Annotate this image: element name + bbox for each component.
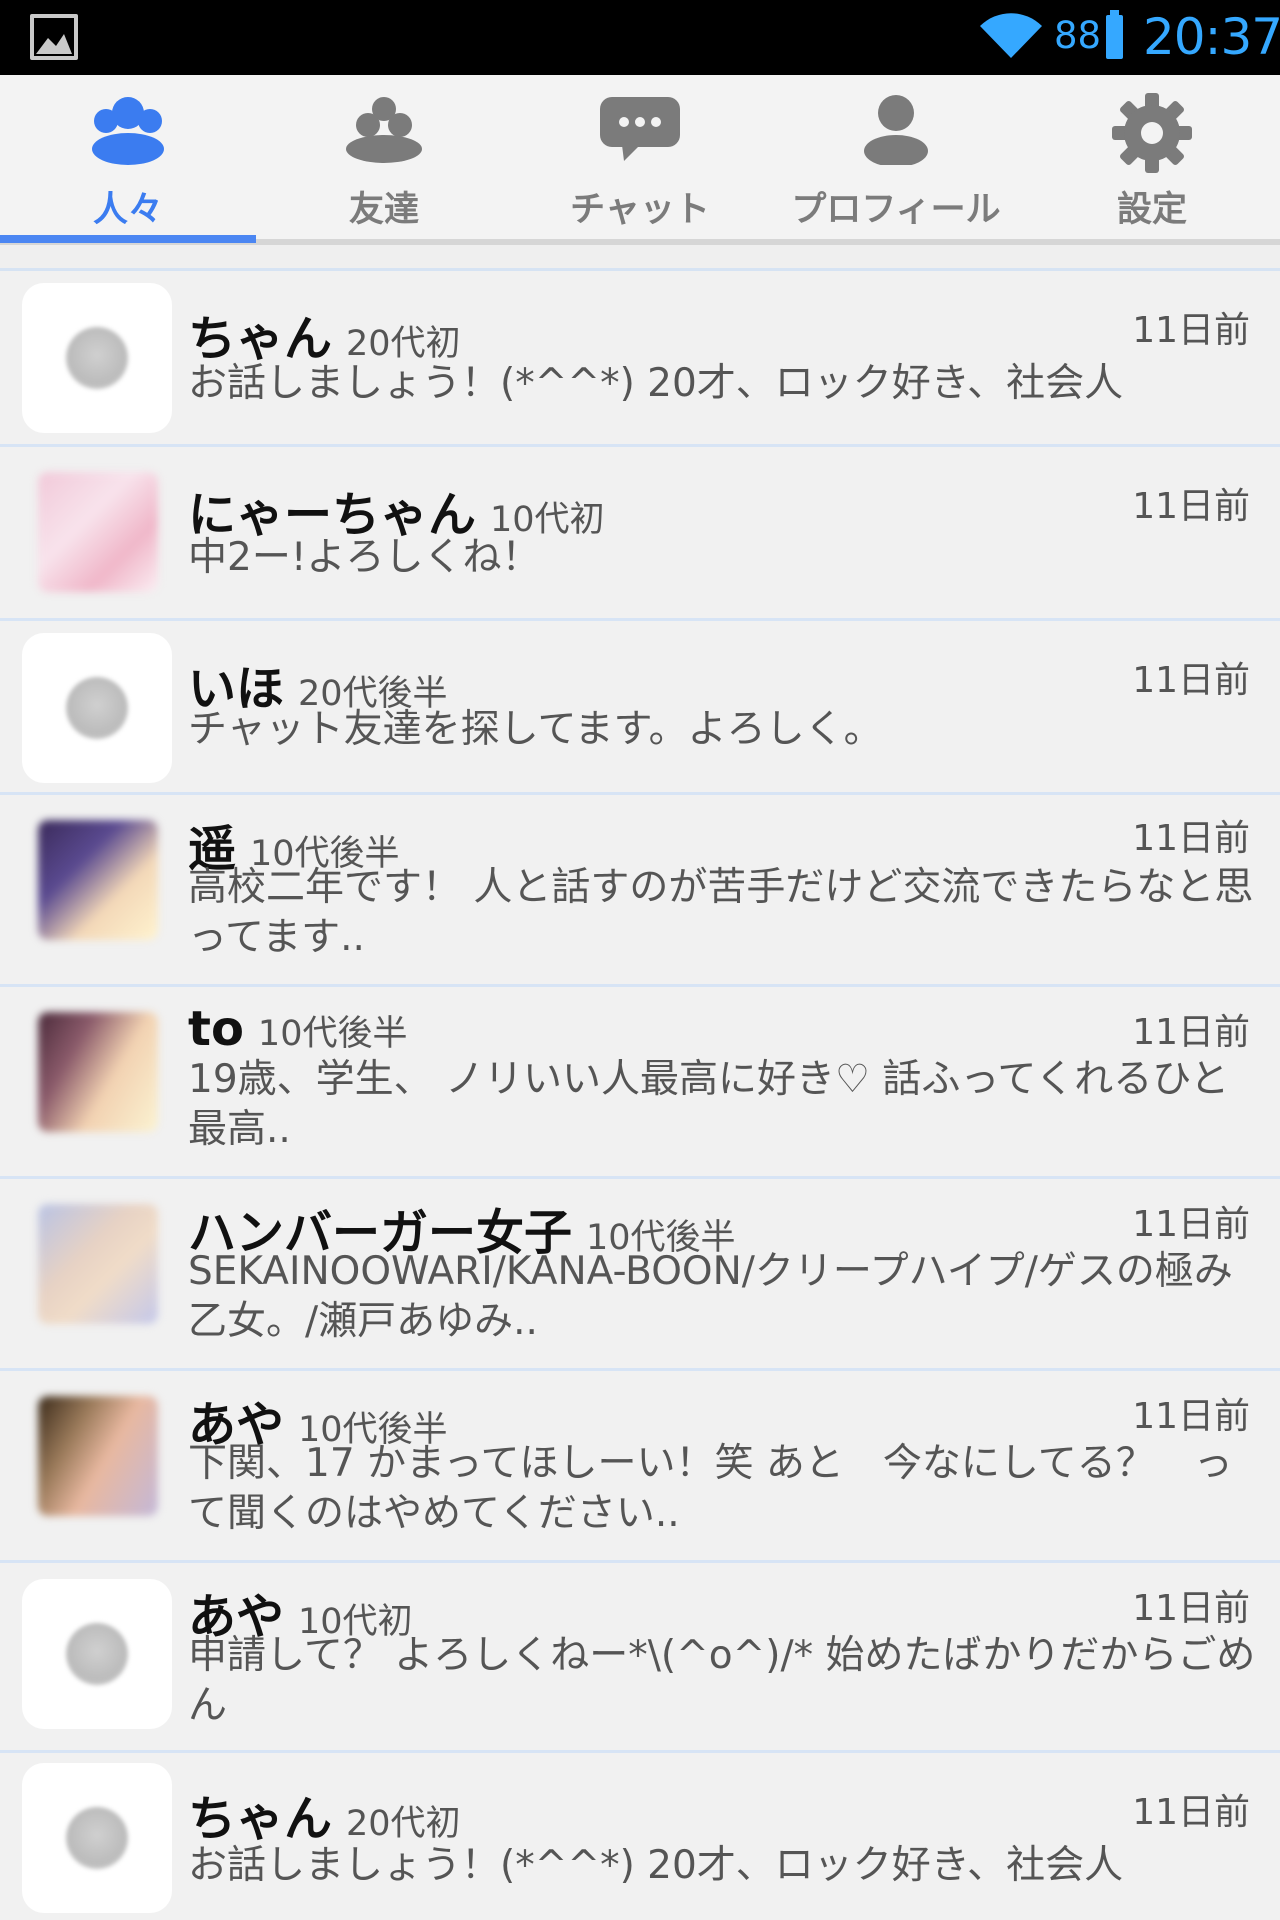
list-item[interactable]: ちゃん 20代初 11日前 お話しましょう！(*^^*) 20才、ロック好き、社会… xyxy=(0,1753,1280,1920)
tab-bar: 人々 友達 チャット プロフィール 設定 xyxy=(0,75,1280,245)
list-item[interactable]: あや 10代初 11日前 申請して？ よろしくねー*\(^o^)/* 始めたばかり… xyxy=(0,1563,1280,1753)
user-message: お話しましょう！(*^^*) 20才、ロック好き、社会人 xyxy=(188,361,1124,406)
battery-icon xyxy=(1106,10,1123,59)
gear-icon xyxy=(1112,93,1192,173)
timestamp: 11日前 xyxy=(1132,310,1250,351)
age-range: 10代後半 xyxy=(257,1014,408,1054)
list-item[interactable]: ハンバーガー女子 10代後半 11日前 SEKAINOOWARI/KANA-BOO… xyxy=(0,1179,1280,1371)
avatar[interactable] xyxy=(38,472,158,592)
user-message: 中2ー!よろしくね！ xyxy=(188,535,541,580)
chat-icon xyxy=(600,97,680,161)
timestamp: 11日前 xyxy=(1132,1792,1250,1833)
age-range: 20代初 xyxy=(346,1804,461,1844)
timestamp: 11日前 xyxy=(1132,486,1250,527)
user-message: 高校二年です！ 人と話すのが苦手だけど交流できたらなと思ってます.. xyxy=(188,865,1254,960)
timestamp: 11日前 xyxy=(1132,1588,1250,1629)
list-item[interactable]: あや 10代後半 11日前 下関、17 かまってほしーい！笑 あと 今なにしてる？… xyxy=(0,1371,1280,1563)
wifi-icon xyxy=(980,13,1042,58)
tab-settings[interactable]: 設定 xyxy=(1024,75,1280,241)
user-message: 19歳、学生、 ノリいい人最高に好き♡ 話ふってくれるひと最高.. xyxy=(188,1057,1230,1152)
list-item[interactable]: 遥 10代後半 11日前 高校二年です！ 人と話すのが苦手だけど交流できたらなと思… xyxy=(0,795,1280,987)
user-message: SEKAINOOWARI/KANA-BOON/クリープハイプ/ゲスの極み乙女。/… xyxy=(188,1249,1233,1344)
tab-label: 設定 xyxy=(1116,190,1187,230)
timestamp: 11日前 xyxy=(1132,660,1250,701)
user-message: 下関、17 かまってほしーい！笑 あと 今なにしてる？ って聞くのはやめてくださ… xyxy=(188,1441,1233,1536)
avatar[interactable] xyxy=(22,633,172,783)
timestamp: 11日前 xyxy=(1132,818,1250,859)
status-bar: 88 20:37 xyxy=(0,0,1280,75)
tab-label: 友達 xyxy=(348,190,419,230)
avatar[interactable] xyxy=(22,1579,172,1729)
avatar[interactable] xyxy=(38,1396,158,1516)
default-avatar-icon xyxy=(66,1623,128,1685)
list-item[interactable]: ちゃん 20代初 11日前 お話しましょう！(*^^*) 20才、ロック好き、社会… xyxy=(0,271,1280,447)
user-name-text: ちゃん xyxy=(188,1791,333,1847)
tab-chat[interactable]: チャット xyxy=(512,75,768,241)
avatar[interactable] xyxy=(22,1763,172,1913)
tab-people[interactable]: 人々 xyxy=(0,75,256,241)
age-range: 20代初 xyxy=(346,324,461,364)
user-name-text: to xyxy=(188,1001,244,1057)
timestamp: 11日前 xyxy=(1132,1204,1250,1245)
default-avatar-icon xyxy=(66,1807,128,1869)
image-icon xyxy=(30,14,78,60)
clock: 20:37 xyxy=(1143,8,1280,66)
timestamp: 11日前 xyxy=(1132,1396,1250,1437)
avatar[interactable] xyxy=(22,283,172,433)
user-message: 申請して？ よろしくねー*\(^o^)/* 始めたばかりだからごめん xyxy=(188,1633,1256,1728)
tab-profile[interactable]: プロフィール xyxy=(768,75,1024,241)
default-avatar-icon xyxy=(66,327,128,389)
user-name: ちゃん 20代初 xyxy=(188,1779,461,1849)
list-item[interactable]: いほ 20代後半 11日前 チャット友達を探してます。よろしく。 xyxy=(0,621,1280,795)
friends-icon xyxy=(346,97,422,163)
people-icon xyxy=(92,97,164,165)
list-item[interactable]: にゃーちゃん 10代初 11日前 中2ー!よろしくね！ xyxy=(0,447,1280,621)
profile-icon xyxy=(864,95,928,165)
avatar[interactable] xyxy=(38,1204,158,1324)
tab-label: 人々 xyxy=(92,190,163,230)
tab-label: チャット xyxy=(570,190,710,230)
tab-label: プロフィール xyxy=(791,190,1001,230)
tab-friends[interactable]: 友達 xyxy=(256,75,512,241)
active-tab-indicator xyxy=(0,235,256,243)
list-item[interactable]: to 10代後半 11日前 19歳、学生、 ノリいい人最高に好き♡ 話ふってくれる… xyxy=(0,987,1280,1179)
tab-divider xyxy=(256,239,1280,243)
timestamp: 11日前 xyxy=(1132,1012,1250,1053)
user-name: to 10代後半 xyxy=(188,1001,407,1057)
battery-level: 88 xyxy=(1054,14,1102,57)
user-message: チャット友達を探してます。よろしく。 xyxy=(188,707,883,752)
avatar[interactable] xyxy=(38,820,158,940)
default-avatar-icon xyxy=(66,677,128,739)
user-message: お話しましょう！(*^^*) 20才、ロック好き、社会人 xyxy=(188,1843,1124,1888)
avatar[interactable] xyxy=(38,1012,158,1132)
